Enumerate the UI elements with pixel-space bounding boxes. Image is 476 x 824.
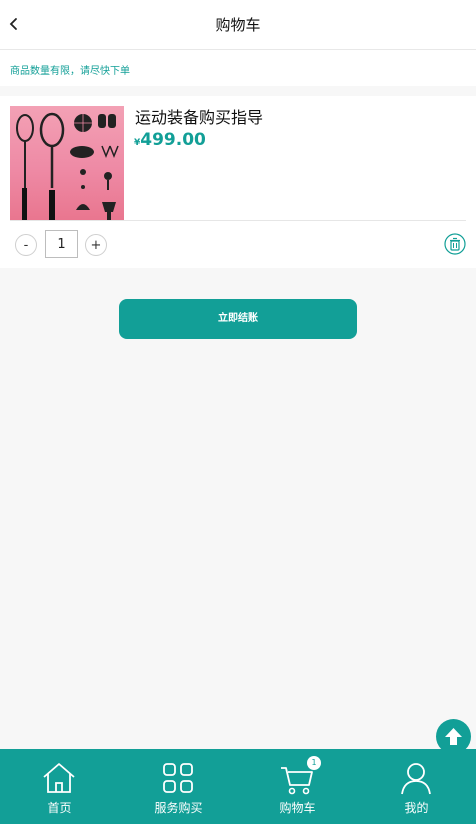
tab-service-purchase-label: 服务购买 xyxy=(154,801,203,815)
checkout-button[interactable]: 立即结账 xyxy=(119,299,357,339)
user-icon xyxy=(401,763,431,795)
price-value: 499.00 xyxy=(140,130,206,150)
product-name[interactable]: 运动装备购买指导 xyxy=(135,104,263,128)
divider xyxy=(10,220,466,221)
home-icon xyxy=(43,763,75,793)
tab-home[interactable]: 首页 xyxy=(0,749,119,824)
grid-icon xyxy=(163,763,193,793)
page-title: 购物车 xyxy=(215,16,261,34)
product-price: ¥499.00 xyxy=(134,130,206,150)
notice-bar: 商品数量有限，请尽快下单 xyxy=(0,50,476,86)
bottom-tab-bar: 首页 服务购买 1 购物车 我的 xyxy=(0,749,476,824)
sports-equipment-illustration xyxy=(16,112,119,220)
decrease-quantity-button[interactable]: - xyxy=(15,234,37,256)
tab-home-label: 首页 xyxy=(47,801,72,815)
header: 购物车 xyxy=(0,0,476,50)
cart-item: 运动装备购买指导 ¥499.00 - + xyxy=(0,96,476,268)
notice-text: 商品数量有限，请尽快下单 xyxy=(10,66,130,77)
tab-cart-label: 购物车 xyxy=(279,801,316,815)
tab-mine-label: 我的 xyxy=(404,801,429,815)
trash-icon[interactable] xyxy=(444,233,466,255)
tab-cart[interactable]: 1 购物车 xyxy=(238,749,357,824)
tab-service-purchase[interactable]: 服务购买 xyxy=(119,749,238,824)
tab-mine[interactable]: 我的 xyxy=(357,749,476,824)
cart-count-badge: 1 xyxy=(307,756,321,770)
quantity-input[interactable] xyxy=(45,230,78,258)
product-image[interactable] xyxy=(10,106,124,220)
increase-quantity-button[interactable]: + xyxy=(85,234,107,256)
